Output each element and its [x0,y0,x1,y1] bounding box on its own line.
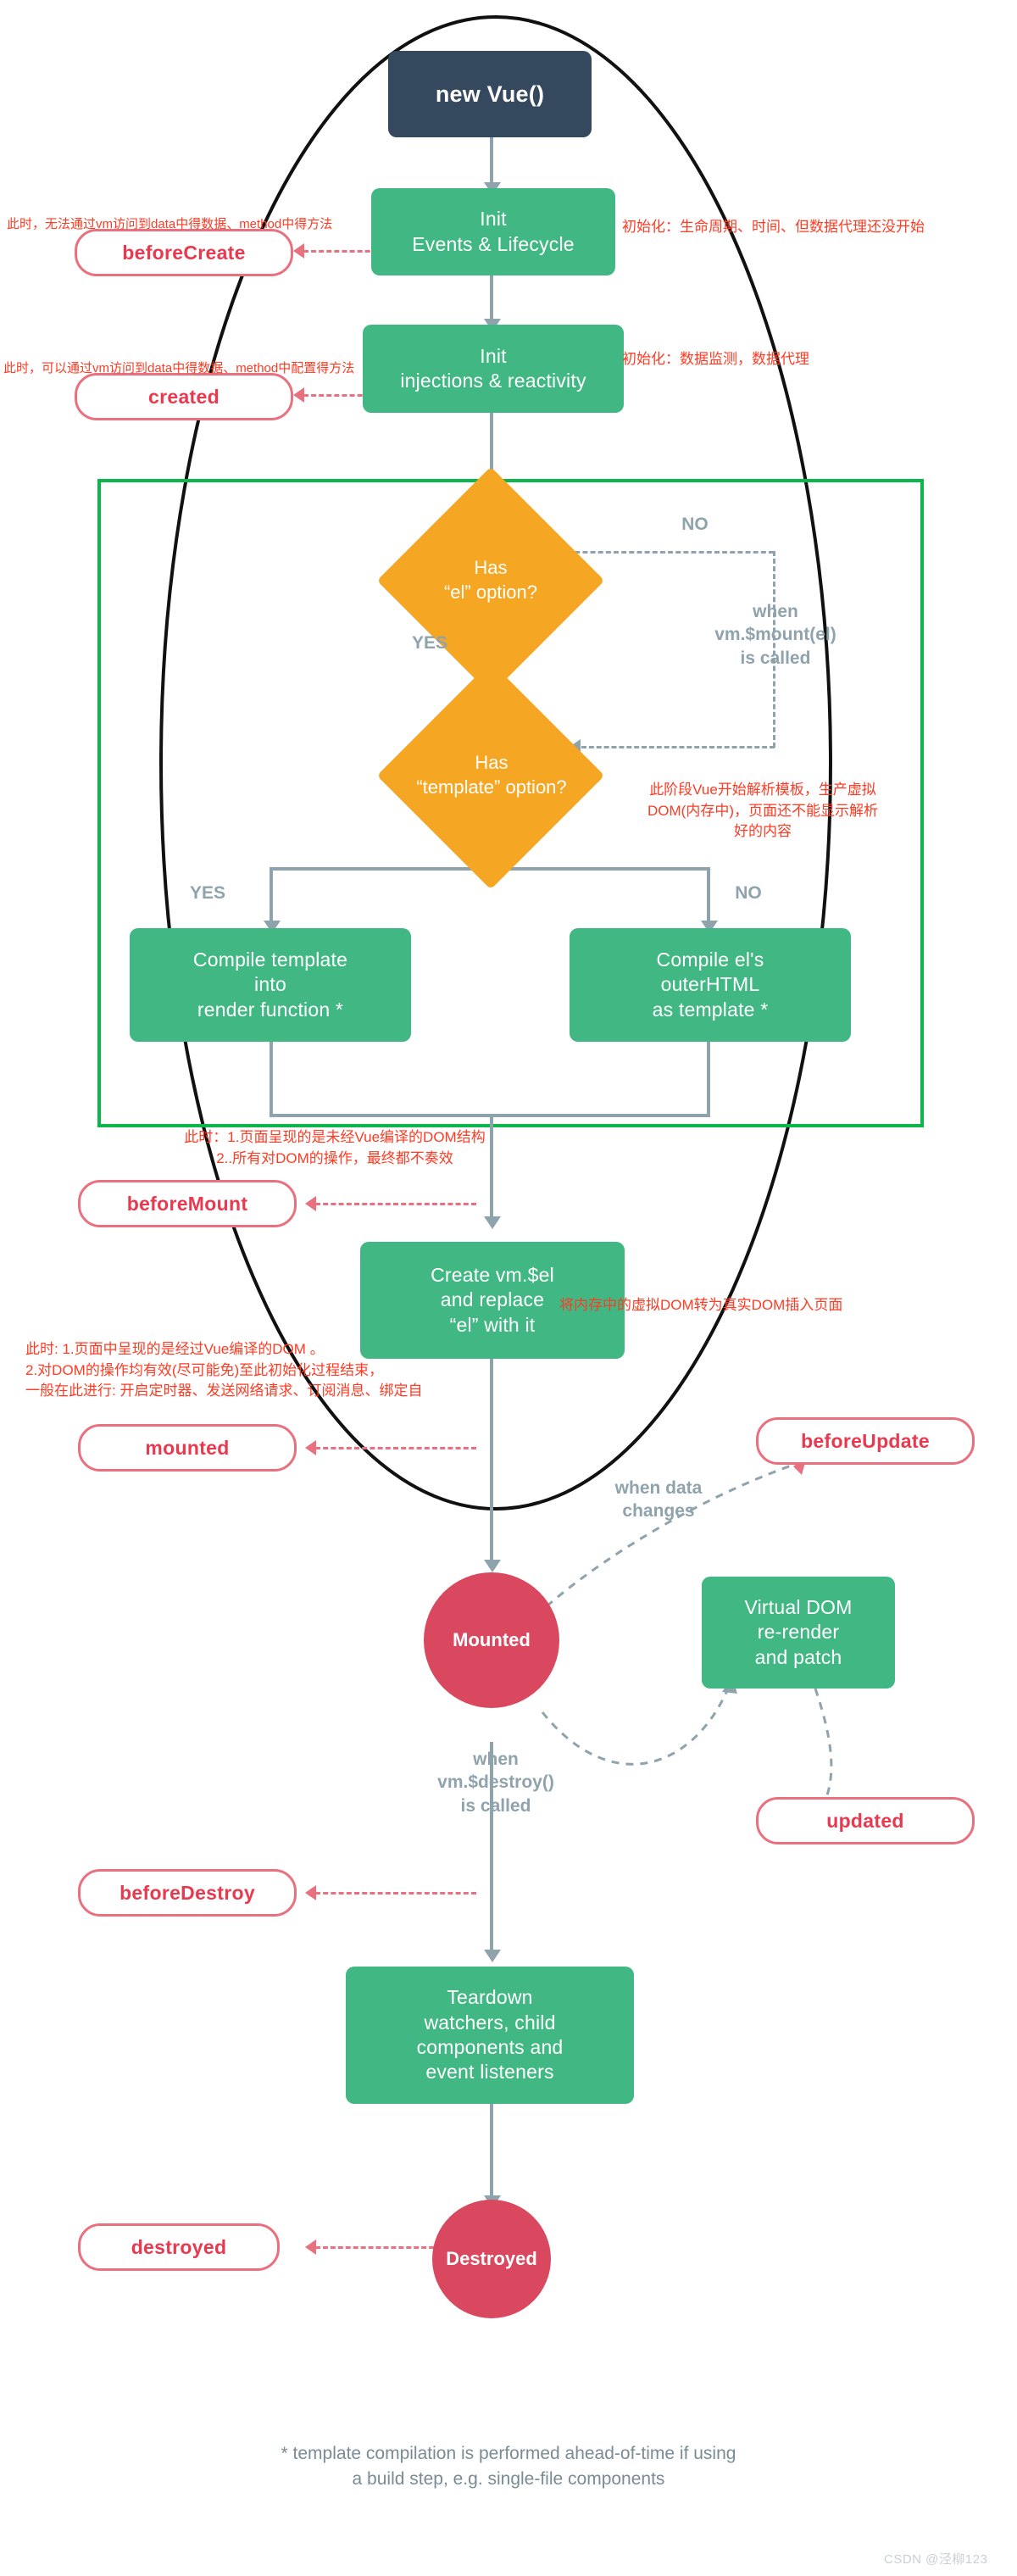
connector-merge-right [707,1041,710,1117]
node-init-injections[interactable]: Init injections & reactivity [363,325,624,413]
annotation-create-vm-el: 将内存中的虚拟DOM转为真实DOM插入页面 [559,1297,843,1313]
connector-newvue-init [490,137,493,188]
hook-before-create[interactable]: beforeCreate [75,229,293,276]
watermark: CSDN @泾柳123 [884,2552,988,2567]
hook-before-destroy[interactable]: beforeDestroy [78,1869,297,1917]
node-new-vue[interactable]: new Vue() [388,51,592,137]
node-virtual-dom[interactable]: Virtual DOM re-render and patch [702,1577,895,1689]
edge-label-when-data-changes: when data changes [614,1478,703,1522]
edge-label-when-mount: when vm.$mount(el) is called [714,602,836,668]
arrowhead-beforecreate [293,243,304,259]
dashed-mount-to-template [581,746,775,748]
annotation-template-stage: 此阶段Vue开始解析模板，生产虚拟 DOM(内存中)，页面还不能显示解析 好的内… [647,782,878,840]
arrowhead-mounted-teardown [484,1950,501,1962]
arrowhead-mounted [305,1440,316,1455]
arrowhead-merge-createvm [484,1216,501,1229]
connector-split-left [270,867,273,928]
node-init-events[interactable]: Init Events & Lifecycle [371,188,615,275]
edge-label-no-2: NO [735,883,762,903]
edge-label-yes-2: YES [189,883,226,903]
annotation-before-mount: 此时：1.页面呈现的是未经Vue编译的DOM结构 2..所有对DOM的操作，最终… [184,1129,486,1166]
arrowhead-beforemount [305,1196,316,1211]
annotation-before-create: 此时，无法通过vm访问到data中得数据、method中得方法 [7,217,333,231]
arrowhead-created [293,387,304,403]
node-mounted-circle[interactable]: Mounted [424,1572,559,1708]
arrowhead-createvm-mounted [484,1560,501,1572]
dashed-destroyed [315,2246,449,2249]
hook-updated[interactable]: updated [756,1797,975,1844]
vue-lifecycle-diagram: new Vue() Init Events & Lifecycle Init i… [0,0,1017,2576]
node-compile-template[interactable]: Compile template into render function * [130,928,411,1042]
node-teardown[interactable]: Teardown watchers, child components and … [346,1967,634,2104]
node-destroyed-circle[interactable]: Destroyed [432,2200,551,2318]
annotation-mounted: 此时: 1.页面中呈现的是经过Vue编译的DOM 。 2.对DOM的操作均有效(… [25,1341,423,1399]
node-compile-outerhtml[interactable]: Compile el's outerHTML as template * [570,928,851,1042]
edge-label-when-destroy: when vm.$destroy() is called [437,1750,554,1816]
dashed-beforemount [315,1203,476,1205]
annotation-init-injections: 初始化：数据监测，数据代理 [622,351,809,367]
edge-label-no-1: NO [681,515,709,534]
arrowhead-destroyed [305,2239,316,2255]
annotation-created: 此时，可以通过vm访问到data中得数据、method中配置得方法 [3,361,355,376]
footer-note: * template compilation is performed ahea… [281,2444,736,2490]
connector-merge-left [270,1041,273,1117]
hook-created[interactable]: created [75,373,293,420]
annotation-init-events: 初始化：生命周期、时间、但数据代理还没开始 [622,219,925,235]
connector-teardown-destroyed [490,2102,493,2200]
arrowhead-beforedestroy [305,1885,316,1900]
hook-destroyed[interactable]: destroyed [78,2223,280,2271]
dashed-hasel-no [559,551,774,554]
dashed-beforedestroy [315,1892,476,1894]
dashed-mounted [315,1447,476,1449]
hook-before-update[interactable]: beforeUpdate [756,1417,975,1465]
hook-before-mount[interactable]: beforeMount [78,1180,297,1227]
hook-mounted[interactable]: mounted [78,1424,297,1472]
edge-label-yes-1: YES [411,633,448,653]
connector-init-injections [490,275,493,325]
